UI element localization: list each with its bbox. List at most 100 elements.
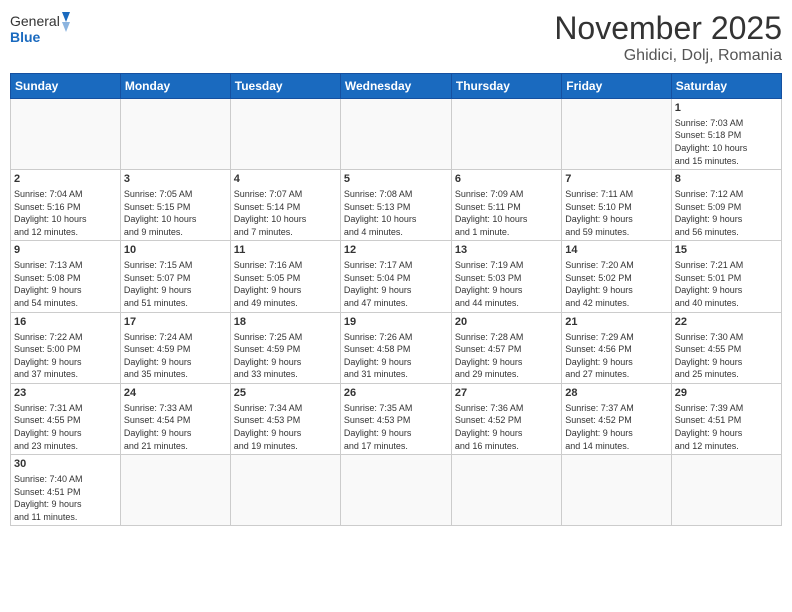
day-number: 8 [675,172,778,187]
location: Ghidici, Dolj, Romania [554,47,782,65]
day-info: Sunrise: 7:08 AM Sunset: 5:13 PM Dayligh… [344,188,448,238]
day-info: Sunrise: 7:12 AM Sunset: 5:09 PM Dayligh… [675,188,778,238]
day-number: 7 [565,172,667,187]
day-number: 26 [344,386,448,401]
day-number: 10 [124,243,227,258]
table-row [340,99,451,170]
day-number: 9 [14,243,117,258]
table-row: 4Sunrise: 7:07 AM Sunset: 5:14 PM Daylig… [230,170,340,241]
day-number: 6 [455,172,558,187]
table-row [230,455,340,526]
table-row [671,455,781,526]
day-number: 15 [675,243,778,258]
calendar-week-row: 30Sunrise: 7:40 AM Sunset: 4:51 PM Dayli… [11,455,782,526]
header-sunday: Sunday [11,74,121,99]
day-info: Sunrise: 7:09 AM Sunset: 5:11 PM Dayligh… [455,188,558,238]
day-info: Sunrise: 7:22 AM Sunset: 5:00 PM Dayligh… [14,331,117,381]
day-number: 27 [455,386,558,401]
page-header: General Blue November 2025 Ghidici, Dolj… [10,10,782,65]
table-row: 29Sunrise: 7:39 AM Sunset: 4:51 PM Dayli… [671,383,781,454]
table-row: 7Sunrise: 7:11 AM Sunset: 5:10 PM Daylig… [562,170,671,241]
day-info: Sunrise: 7:16 AM Sunset: 5:05 PM Dayligh… [234,259,337,309]
day-info: Sunrise: 7:15 AM Sunset: 5:07 PM Dayligh… [124,259,227,309]
day-info: Sunrise: 7:40 AM Sunset: 4:51 PM Dayligh… [14,473,117,523]
table-row: 6Sunrise: 7:09 AM Sunset: 5:11 PM Daylig… [451,170,561,241]
header-monday: Monday [120,74,230,99]
table-row: 13Sunrise: 7:19 AM Sunset: 5:03 PM Dayli… [451,241,561,312]
table-row: 10Sunrise: 7:15 AM Sunset: 5:07 PM Dayli… [120,241,230,312]
day-number: 25 [234,386,337,401]
day-info: Sunrise: 7:34 AM Sunset: 4:53 PM Dayligh… [234,402,337,452]
day-number: 14 [565,243,667,258]
day-number: 5 [344,172,448,187]
day-info: Sunrise: 7:21 AM Sunset: 5:01 PM Dayligh… [675,259,778,309]
table-row: 28Sunrise: 7:37 AM Sunset: 4:52 PM Dayli… [562,383,671,454]
table-row: 11Sunrise: 7:16 AM Sunset: 5:05 PM Dayli… [230,241,340,312]
day-info: Sunrise: 7:04 AM Sunset: 5:16 PM Dayligh… [14,188,117,238]
table-row: 19Sunrise: 7:26 AM Sunset: 4:58 PM Dayli… [340,312,451,383]
table-row [340,455,451,526]
day-number: 3 [124,172,227,187]
day-info: Sunrise: 7:36 AM Sunset: 4:52 PM Dayligh… [455,402,558,452]
day-info: Sunrise: 7:26 AM Sunset: 4:58 PM Dayligh… [344,331,448,381]
title-block: November 2025 Ghidici, Dolj, Romania [554,10,782,65]
calendar-week-row: 16Sunrise: 7:22 AM Sunset: 5:00 PM Dayli… [11,312,782,383]
calendar-week-row: 9Sunrise: 7:13 AM Sunset: 5:08 PM Daylig… [11,241,782,312]
table-row: 20Sunrise: 7:28 AM Sunset: 4:57 PM Dayli… [451,312,561,383]
day-info: Sunrise: 7:39 AM Sunset: 4:51 PM Dayligh… [675,402,778,452]
header-saturday: Saturday [671,74,781,99]
table-row: 3Sunrise: 7:05 AM Sunset: 5:15 PM Daylig… [120,170,230,241]
table-row: 22Sunrise: 7:30 AM Sunset: 4:55 PM Dayli… [671,312,781,383]
svg-text:General: General [10,13,60,29]
calendar-week-row: 2Sunrise: 7:04 AM Sunset: 5:16 PM Daylig… [11,170,782,241]
table-row: 30Sunrise: 7:40 AM Sunset: 4:51 PM Dayli… [11,455,121,526]
day-info: Sunrise: 7:25 AM Sunset: 4:59 PM Dayligh… [234,331,337,381]
day-number: 16 [14,315,117,330]
day-number: 11 [234,243,337,258]
table-row: 1Sunrise: 7:03 AM Sunset: 5:18 PM Daylig… [671,99,781,170]
day-number: 18 [234,315,337,330]
day-number: 20 [455,315,558,330]
header-tuesday: Tuesday [230,74,340,99]
table-row: 24Sunrise: 7:33 AM Sunset: 4:54 PM Dayli… [120,383,230,454]
day-number: 2 [14,172,117,187]
table-row: 16Sunrise: 7:22 AM Sunset: 5:00 PM Dayli… [11,312,121,383]
table-row [451,99,561,170]
table-row: 9Sunrise: 7:13 AM Sunset: 5:08 PM Daylig… [11,241,121,312]
calendar-week-row: 1Sunrise: 7:03 AM Sunset: 5:18 PM Daylig… [11,99,782,170]
header-wednesday: Wednesday [340,74,451,99]
logo-svg: General Blue [10,10,70,48]
table-row: 25Sunrise: 7:34 AM Sunset: 4:53 PM Dayli… [230,383,340,454]
day-info: Sunrise: 7:05 AM Sunset: 5:15 PM Dayligh… [124,188,227,238]
day-number: 17 [124,315,227,330]
day-info: Sunrise: 7:35 AM Sunset: 4:53 PM Dayligh… [344,402,448,452]
month-title: November 2025 [554,10,782,47]
table-row: 26Sunrise: 7:35 AM Sunset: 4:53 PM Dayli… [340,383,451,454]
day-info: Sunrise: 7:17 AM Sunset: 5:04 PM Dayligh… [344,259,448,309]
day-info: Sunrise: 7:07 AM Sunset: 5:14 PM Dayligh… [234,188,337,238]
day-info: Sunrise: 7:29 AM Sunset: 4:56 PM Dayligh… [565,331,667,381]
table-row [120,99,230,170]
table-row [451,455,561,526]
table-row: 21Sunrise: 7:29 AM Sunset: 4:56 PM Dayli… [562,312,671,383]
day-number: 23 [14,386,117,401]
day-info: Sunrise: 7:33 AM Sunset: 4:54 PM Dayligh… [124,402,227,452]
svg-text:Blue: Blue [10,29,41,45]
header-friday: Friday [562,74,671,99]
table-row: 14Sunrise: 7:20 AM Sunset: 5:02 PM Dayli… [562,241,671,312]
day-info: Sunrise: 7:20 AM Sunset: 5:02 PM Dayligh… [565,259,667,309]
calendar-header-row: Sunday Monday Tuesday Wednesday Thursday… [11,74,782,99]
calendar-week-row: 23Sunrise: 7:31 AM Sunset: 4:55 PM Dayli… [11,383,782,454]
table-row [562,99,671,170]
day-number: 13 [455,243,558,258]
table-row [11,99,121,170]
table-row: 17Sunrise: 7:24 AM Sunset: 4:59 PM Dayli… [120,312,230,383]
day-number: 21 [565,315,667,330]
day-number: 19 [344,315,448,330]
table-row: 8Sunrise: 7:12 AM Sunset: 5:09 PM Daylig… [671,170,781,241]
day-number: 30 [14,457,117,472]
day-info: Sunrise: 7:37 AM Sunset: 4:52 PM Dayligh… [565,402,667,452]
table-row: 27Sunrise: 7:36 AM Sunset: 4:52 PM Dayli… [451,383,561,454]
table-row: 23Sunrise: 7:31 AM Sunset: 4:55 PM Dayli… [11,383,121,454]
table-row: 18Sunrise: 7:25 AM Sunset: 4:59 PM Dayli… [230,312,340,383]
